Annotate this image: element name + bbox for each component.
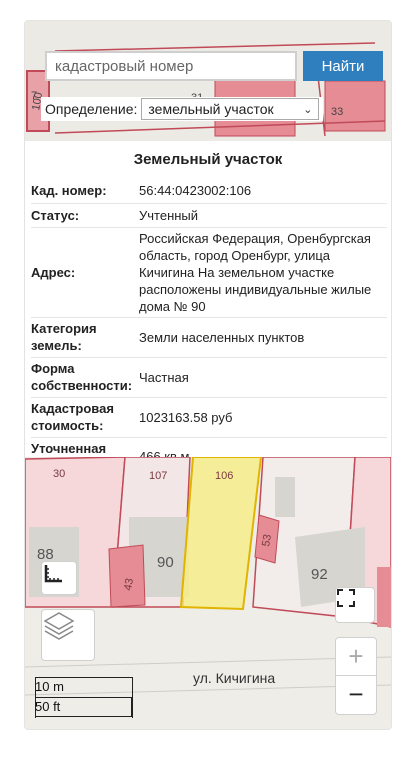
ruler-icon — [44, 565, 62, 583]
search-bar: Найти — [45, 51, 385, 81]
definition-select[interactable]: земельный участок ⌄ — [141, 98, 320, 120]
chevron-down-icon: ⌄ — [303, 103, 313, 116]
zoom-control: + − — [335, 637, 377, 715]
row-key: Адрес: — [31, 227, 139, 318]
table-row: Кадастровая стоимость: 1023163.58 руб — [31, 397, 387, 438]
building-label: 43 — [122, 577, 136, 591]
row-key: Кадастровая стоимость: — [31, 397, 139, 438]
zoom-out-icon[interactable]: − — [336, 676, 376, 713]
layers-icon — [43, 612, 75, 640]
map-top-label: 33 — [331, 106, 343, 118]
row-key: Форма собственности: — [31, 357, 139, 398]
row-value: Российская Федерация, Оренбургская облас… — [139, 227, 387, 318]
row-key: Статус: — [31, 203, 139, 228]
parcel-label: 107 — [149, 470, 167, 482]
definition-label: Определение: — [45, 101, 138, 117]
app-frame: 7 100 31 33 Найти Определение: земельный… — [24, 20, 392, 730]
row-value: 56:44:0423002:106 — [139, 179, 387, 204]
zoom-in-icon[interactable]: + — [336, 638, 376, 676]
parcel-label: 53 — [260, 533, 274, 547]
search-button[interactable]: Найти — [303, 51, 383, 81]
scale-imperial-label: 50 ft — [35, 699, 61, 714]
table-row: Форма собственности: Частная — [31, 357, 387, 398]
map-top[interactable]: 7 100 31 33 Найти Определение: земельный… — [25, 21, 391, 141]
table-row: Адрес: Российская Федерация, Оренбургска… — [31, 227, 387, 318]
panel-title: Земельный участок — [133, 151, 283, 168]
table-row: Категория земель: Земли населенных пункт… — [31, 317, 387, 358]
building-label: 90 — [157, 554, 174, 571]
scale-metric-label: 10 m — [35, 679, 64, 694]
row-key: Кад. номер: — [31, 179, 139, 204]
parcel-label: 30 — [53, 468, 65, 480]
layers-button[interactable] — [41, 609, 95, 661]
cadastral-search-input[interactable] — [45, 51, 297, 81]
fullscreen-button[interactable] — [335, 587, 375, 623]
row-value: Земли населенных пунктов — [139, 317, 387, 358]
ruler-button[interactable] — [41, 561, 77, 595]
table-row: Статус: Учтенный — [31, 203, 387, 228]
row-key: Категория земель: — [31, 317, 139, 358]
street-label: ул. Кичигина — [193, 670, 275, 686]
row-value: 1023163.58 руб — [139, 397, 387, 438]
building-label: 92 — [311, 566, 328, 583]
map-view[interactable]: 30 107 106 53 88 90 43 92 ул. Кичигина +… — [25, 457, 391, 729]
row-value: Частная — [139, 357, 387, 398]
row-value: Учтенный — [139, 203, 387, 228]
map-top-canvas: 7 100 31 33 — [25, 21, 391, 141]
parcel-info-table: Кад. номер: 56:44:0423002:106 Статус: Уч… — [31, 179, 387, 477]
table-row: Кад. номер: 56:44:0423002:106 — [31, 179, 387, 204]
parcel-label-selected: 106 — [215, 470, 233, 482]
parcel-info-panel: Земельный участок Кад. номер: 56:44:0423… — [25, 141, 391, 477]
fullscreen-icon — [337, 589, 355, 607]
definition-selected-value: земельный участок — [148, 101, 274, 117]
definition-row: Определение: земельный участок ⌄ — [41, 97, 324, 121]
